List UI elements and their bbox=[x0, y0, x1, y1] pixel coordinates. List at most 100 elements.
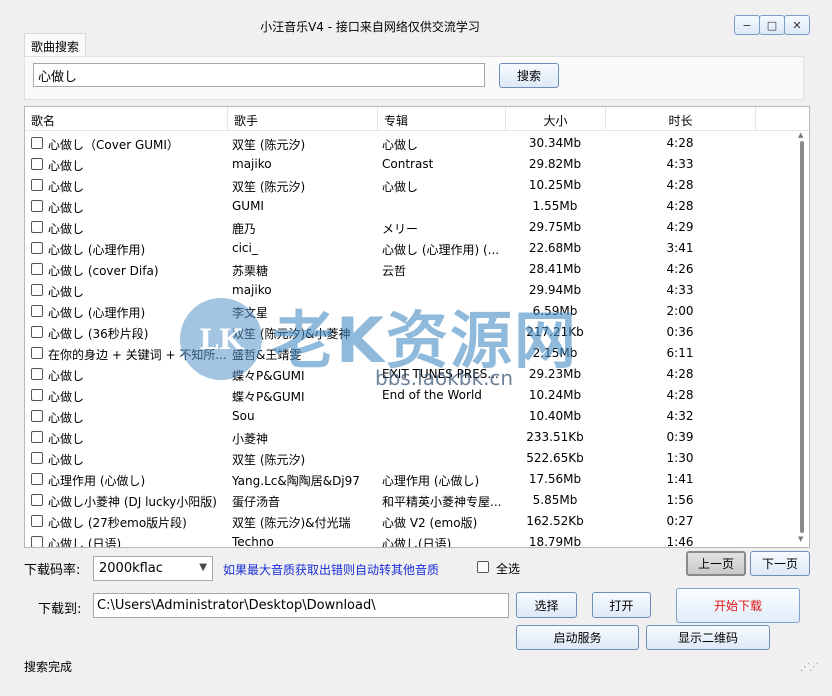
choose-folder-button[interactable]: 选择 bbox=[516, 592, 577, 618]
row-checkbox[interactable] bbox=[31, 305, 43, 317]
open-folder-button[interactable]: 打开 bbox=[592, 592, 651, 618]
search-input[interactable] bbox=[33, 63, 485, 87]
row-checkbox[interactable] bbox=[31, 368, 43, 380]
table-row[interactable]: 心做し (心理作用) 李文星 6.59Mb 2:00 bbox=[25, 301, 795, 322]
album-cell bbox=[382, 406, 502, 427]
table-row[interactable]: 心做し (27秒emo版片段) 双笙 (陈元汐)&付光瑞 心做 V2 (emo版) 1… bbox=[25, 511, 795, 532]
download-path-field[interactable]: C:\Users\Administrator\Desktop\Download\ bbox=[93, 593, 509, 618]
column-header-size[interactable]: 大小 bbox=[506, 107, 606, 131]
table-row[interactable]: 心做し 双笙 (陈元汐) 522.65Kb 1:30 bbox=[25, 448, 795, 469]
artist-cell: 双笙 (陈元汐)&小菱神 bbox=[232, 327, 351, 341]
table-row[interactable]: 心做し (cover Difa) 苏栗糖 云哲 28.41Mb 4:26 bbox=[25, 259, 795, 280]
song-name-cell: 心做し bbox=[48, 285, 85, 299]
scroll-up-icon[interactable]: ▲ bbox=[798, 131, 803, 139]
row-checkbox[interactable] bbox=[31, 200, 43, 212]
row-checkbox[interactable] bbox=[31, 221, 43, 233]
resize-grip-icon[interactable]: ⋰⋰ bbox=[800, 662, 819, 673]
duration-cell: 1:56 bbox=[666, 493, 694, 507]
next-page-button[interactable]: 下一页 bbox=[750, 551, 810, 576]
row-checkbox[interactable] bbox=[31, 158, 43, 170]
album-cell: メリー bbox=[382, 222, 419, 236]
row-checkbox[interactable] bbox=[31, 452, 43, 464]
song-table: 歌名 歌手 专辑 大小 时长 心做し（Cover GUMI） 双笙 (陈元汐) 心做… bbox=[24, 106, 810, 548]
maximize-button[interactable]: □ bbox=[759, 15, 785, 35]
previous-page-button[interactable]: 上一页 bbox=[686, 551, 746, 576]
row-checkbox[interactable] bbox=[31, 515, 43, 527]
row-checkbox[interactable] bbox=[31, 410, 43, 422]
tab-song-search[interactable]: 歌曲搜索 bbox=[24, 33, 86, 57]
song-name-cell: 心做し (心理作用) bbox=[48, 306, 146, 320]
table-row[interactable]: 心做し 小菱神 233.51Kb 0:39 bbox=[25, 427, 795, 448]
album-cell: 和平精英小菱神专屋... bbox=[382, 495, 502, 509]
song-name-cell: 心做し (36秒片段) bbox=[48, 327, 149, 341]
row-checkbox[interactable] bbox=[31, 494, 43, 506]
row-checkbox[interactable] bbox=[31, 536, 43, 547]
table-row[interactable]: 心理作用 (心做し) Yang.Lc&陶陶居&Dj97 心理作用 (心做し) 17.5… bbox=[25, 469, 795, 490]
size-cell: 30.34Mb bbox=[528, 136, 582, 150]
artist-cell: Yang.Lc&陶陶居&Dj97 bbox=[232, 474, 360, 488]
artist-cell: majiko bbox=[232, 283, 272, 297]
scroll-down-icon[interactable]: ▼ bbox=[798, 535, 803, 543]
song-name-cell: 心理作用 (心做し) bbox=[48, 474, 146, 488]
table-row[interactable]: 心做し GUMI 1.55Mb 4:28 bbox=[25, 196, 795, 217]
table-row[interactable]: 心做し（Cover GUMI） 双笙 (陈元汐) 心做し 30.34Mb 4:28 bbox=[25, 133, 795, 154]
title-bar[interactable]: 小汪音乐V4 - 接口来自网络仅供交流学习 − □ ✕ bbox=[0, 0, 832, 36]
row-checkbox[interactable] bbox=[31, 284, 43, 296]
row-checkbox[interactable] bbox=[31, 473, 43, 485]
song-name-cell: 心做し bbox=[48, 201, 85, 215]
row-checkbox[interactable] bbox=[31, 326, 43, 338]
artist-cell: majiko bbox=[232, 157, 272, 171]
table-row[interactable]: 心做し 鹿乃 メリー 29.75Mb 4:29 bbox=[25, 217, 795, 238]
table-row[interactable]: 心做し majiko Contrast 29.82Mb 4:33 bbox=[25, 154, 795, 175]
minimize-icon: − bbox=[742, 18, 752, 32]
show-qr-code-button[interactable]: 显示二维码 bbox=[646, 625, 770, 650]
bitrate-select[interactable]: 2000kflac ▼ bbox=[93, 556, 213, 581]
column-header-album[interactable]: 专辑 bbox=[378, 107, 506, 131]
start-service-button[interactable]: 启动服务 bbox=[516, 625, 639, 650]
song-name-cell: 心做し bbox=[48, 222, 85, 236]
row-checkbox[interactable] bbox=[31, 389, 43, 401]
select-all-checkbox[interactable] bbox=[477, 561, 489, 573]
row-checkbox[interactable] bbox=[31, 179, 43, 191]
table-row[interactable]: 在你的身边 + 关键词 + 不知所... 盛哲&王靖雯 2.15Mb 6:11 bbox=[25, 343, 795, 364]
table-row[interactable]: 心做し 蝶々P&GUMI End of the World 10.24Mb 4:28 bbox=[25, 385, 795, 406]
row-checkbox[interactable] bbox=[31, 431, 43, 443]
table-row[interactable]: 心做し 蝶々P&GUMI EXIT TUNES PRES... 29.23Mb 4:28 bbox=[25, 364, 795, 385]
row-checkbox[interactable] bbox=[31, 263, 43, 275]
minimize-button[interactable]: − bbox=[734, 15, 760, 35]
scrollbar-thumb[interactable] bbox=[800, 141, 804, 533]
size-cell: 1.55Mb bbox=[532, 199, 578, 213]
column-header-artist[interactable]: 歌手 bbox=[228, 107, 378, 131]
song-name-cell: 心做し bbox=[48, 390, 85, 404]
download-to-label: 下载到: bbox=[38, 602, 82, 617]
close-button[interactable]: ✕ bbox=[784, 15, 810, 35]
row-checkbox[interactable] bbox=[31, 137, 43, 149]
table-row[interactable]: 心做し 双笙 (陈元汐) 心做し 10.25Mb 4:28 bbox=[25, 175, 795, 196]
table-row[interactable]: 心做し majiko 29.94Mb 4:33 bbox=[25, 280, 795, 301]
column-header-name[interactable]: 歌名 bbox=[25, 107, 228, 131]
row-checkbox[interactable] bbox=[31, 347, 43, 359]
row-checkbox[interactable] bbox=[31, 242, 43, 254]
table-row[interactable]: 心做し Sou 10.40Mb 4:32 bbox=[25, 406, 795, 427]
duration-cell: 6:11 bbox=[666, 346, 694, 360]
album-cell: 心做し (心理作用) (... bbox=[382, 243, 500, 257]
size-cell: 2.15Mb bbox=[532, 346, 578, 360]
table-row[interactable]: 心做し (心理作用) cici_ 心做し (心理作用) (... 22.68Mb 3:4… bbox=[25, 238, 795, 259]
album-cell bbox=[382, 322, 502, 343]
artist-cell: 苏栗糖 bbox=[232, 264, 269, 278]
table-row[interactable]: 心做し (36秒片段) 双笙 (陈元汐)&小菱神 217.21Kb 0:36 bbox=[25, 322, 795, 343]
column-header-duration[interactable]: 时长 bbox=[606, 107, 756, 131]
close-icon: ✕ bbox=[792, 18, 802, 32]
table-row[interactable]: 心做し小菱神 (DJ lucky小阳版) 蛋仔汤音 和平精英小菱神专屋... 5.85… bbox=[25, 490, 795, 511]
start-download-button[interactable]: 开始下载 bbox=[676, 588, 800, 623]
artist-cell: GUMI bbox=[232, 199, 264, 213]
vertical-scrollbar[interactable]: ▲ ▼ bbox=[795, 131, 809, 547]
song-name-cell: 心做し (27秒emo版片段) bbox=[48, 516, 187, 530]
duration-cell: 2:00 bbox=[666, 304, 694, 318]
size-cell: 29.82Mb bbox=[528, 157, 582, 171]
duration-cell: 4:26 bbox=[666, 262, 694, 276]
select-all-label[interactable]: 全选 bbox=[496, 560, 520, 577]
size-cell: 5.85Mb bbox=[532, 493, 578, 507]
search-button[interactable]: 搜索 bbox=[499, 63, 559, 88]
table-row[interactable]: 心做し (日语) Techno 心做し(日语) 18.79Mb 1:46 bbox=[25, 532, 795, 547]
